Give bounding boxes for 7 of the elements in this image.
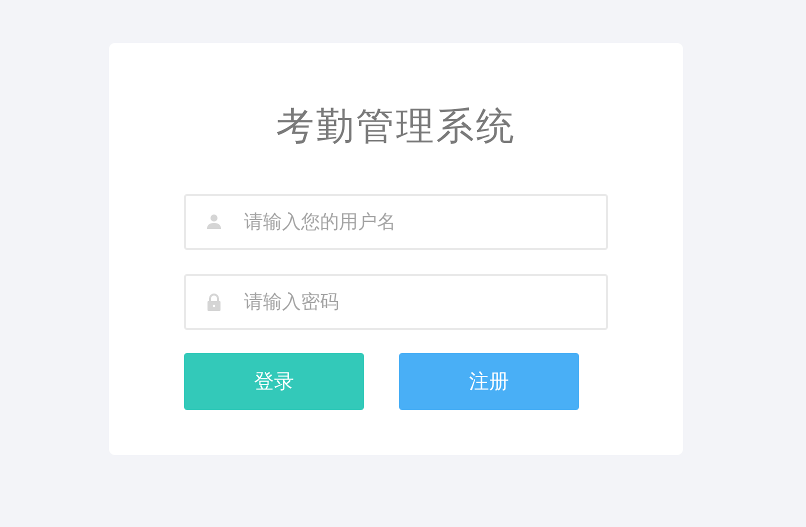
register-button[interactable]: 注册 (399, 353, 579, 410)
login-button[interactable]: 登录 (184, 353, 364, 410)
password-field[interactable]: 请输入密码 (184, 274, 608, 330)
app-title: 考勤管理系统 (276, 103, 516, 150)
user-icon (205, 213, 223, 231)
lock-icon (205, 293, 223, 311)
username-field[interactable]: 请输入您的用户名 (184, 194, 608, 250)
